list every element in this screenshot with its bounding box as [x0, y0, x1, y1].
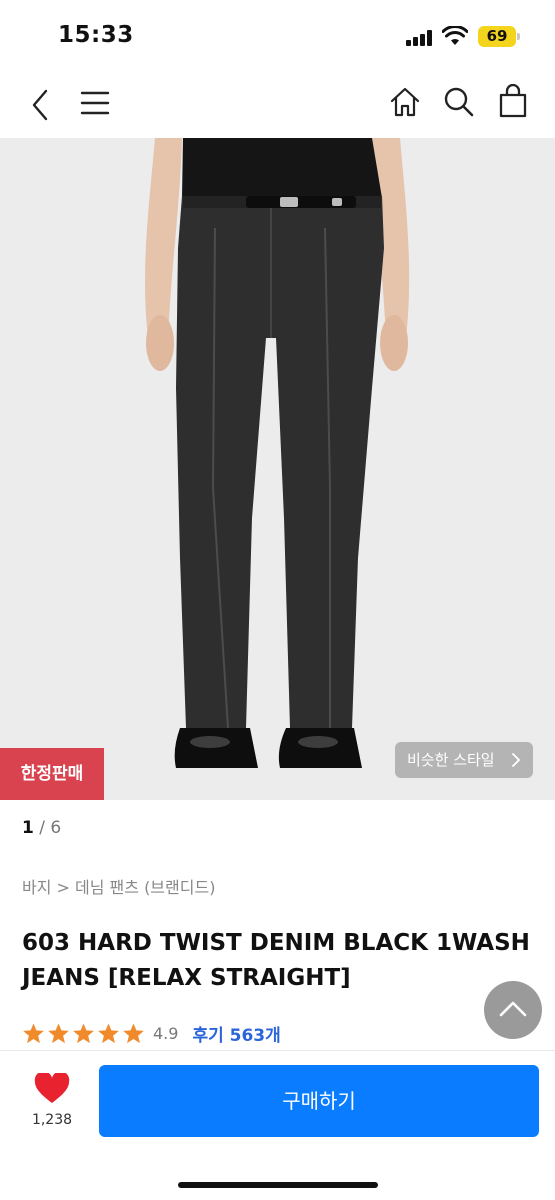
pager-current: 1 — [22, 818, 34, 838]
menu-icon[interactable] — [80, 90, 110, 116]
pager-total: 6 — [50, 818, 62, 838]
rating-row: 4.9 후기 563개 — [22, 1019, 281, 1047]
chevron-right-icon — [512, 753, 521, 767]
similar-style-button[interactable]: 비슷한 스타일 — [395, 742, 533, 778]
similar-style-label: 비슷한 스타일 — [407, 751, 495, 769]
star-icon — [48, 1022, 69, 1043]
star-icon — [123, 1022, 144, 1043]
search-icon[interactable] — [443, 86, 475, 118]
product-title: 603 HARD TWIST DENIM BLACK 1WASH JEANS [… — [22, 930, 530, 991]
star-icon — [73, 1022, 94, 1043]
image-pager: 1 / 6 — [22, 818, 61, 838]
scroll-top-button[interactable] — [484, 981, 542, 1039]
wifi-icon — [442, 26, 468, 45]
bottom-action-bar: 1,238 구매하기 — [0, 1050, 555, 1200]
star-icon — [98, 1022, 119, 1043]
buy-button[interactable]: 구매하기 — [99, 1065, 539, 1137]
chevron-up-icon — [499, 1001, 527, 1017]
product-image[interactable] — [0, 138, 555, 800]
battery-icon: 69 — [478, 26, 516, 47]
star-icon — [23, 1022, 44, 1043]
bag-icon[interactable] — [498, 84, 528, 118]
pager-separator: / — [33, 818, 51, 838]
reviews-link[interactable]: 후기 563개 — [192, 1021, 280, 1046]
home-indicator — [178, 1182, 378, 1188]
home-icon[interactable] — [389, 86, 421, 118]
battery-tip — [517, 33, 520, 40]
rating-value: 4.9 — [153, 1023, 179, 1043]
star-rating — [22, 1022, 145, 1045]
jeans-photo — [0, 138, 555, 800]
top-nav — [0, 72, 555, 138]
status-bar: 15:33 69 — [0, 0, 555, 72]
heart-icon[interactable] — [34, 1073, 70, 1105]
signal-icon — [406, 30, 434, 46]
like-count: 1,238 — [31, 1112, 73, 1128]
back-icon[interactable] — [30, 88, 52, 122]
status-time: 15:33 — [58, 22, 134, 48]
breadcrumb[interactable]: 바지 > 데님 팬츠 (브랜디드) — [22, 874, 215, 898]
limited-sale-badge: 한정판매 — [0, 748, 104, 800]
